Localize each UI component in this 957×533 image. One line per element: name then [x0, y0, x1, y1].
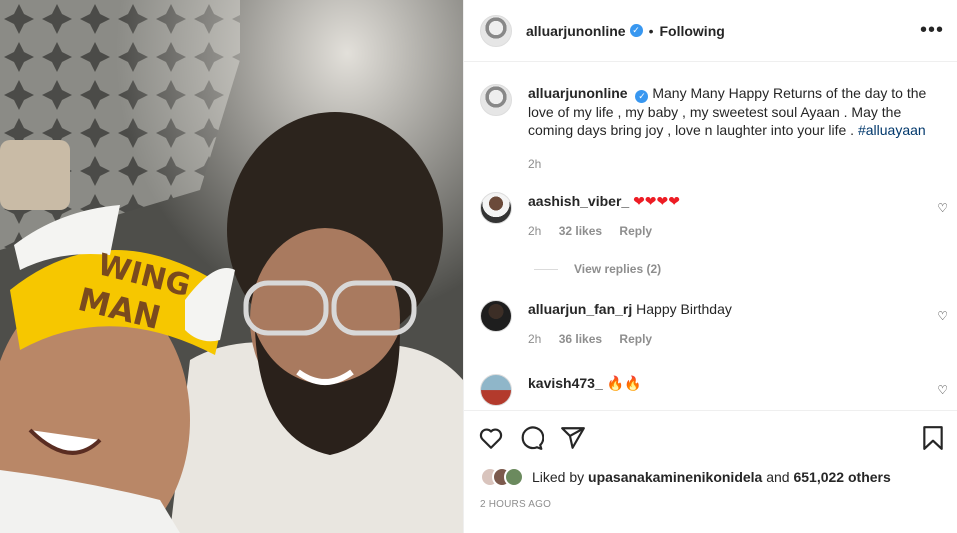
commenter-username[interactable]: kavish473_	[528, 375, 603, 391]
comment-item: kavish473_ 🔥🔥	[480, 374, 948, 406]
commenter-avatar[interactable]	[480, 374, 512, 406]
more-icon[interactable]: •••	[920, 20, 944, 40]
following-button[interactable]: Following	[659, 23, 724, 39]
likes-summary: Liked by upasanakaminenikonidela and 651…	[480, 467, 891, 487]
commenter-username[interactable]: aashish_viber_	[528, 193, 629, 209]
selfie-illustration: WING MAN	[0, 0, 463, 533]
caption-time: 2h	[528, 157, 542, 171]
reply-button[interactable]: Reply	[619, 332, 652, 346]
view-replies-label[interactable]: View replies (2)	[574, 262, 661, 276]
liker-avatar[interactable]	[504, 467, 524, 487]
caption-hashtag[interactable]: #alluayaan	[858, 122, 926, 138]
comment-heart-icon[interactable]: ♡	[937, 309, 948, 323]
liked-by-user[interactable]: upasanakaminenikonidela	[588, 469, 762, 485]
comment-text: ❤❤❤❤	[633, 193, 680, 209]
separator-dot: •	[648, 22, 654, 39]
divider	[534, 268, 558, 270]
comment-text: 🔥🔥	[606, 375, 642, 391]
comment-time: 2h	[528, 332, 542, 346]
comments-area[interactable]: alluarjunonline ✓ Many Many Happy Return…	[464, 62, 957, 410]
caption-avatar[interactable]	[480, 84, 512, 116]
view-replies-button[interactable]: View replies (2)	[534, 262, 661, 276]
heart-icon[interactable]	[478, 425, 504, 451]
post-photo[interactable]: WING MAN	[0, 0, 463, 533]
likes-count[interactable]: 651,022 others	[793, 469, 890, 485]
reply-button[interactable]: Reply	[619, 224, 652, 238]
caption-username[interactable]: alluarjunonline	[528, 85, 628, 101]
comment-heart-icon[interactable]: ♡	[937, 383, 948, 397]
verified-icon: ✓	[635, 90, 649, 103]
commenter-avatar[interactable]	[480, 192, 512, 224]
comment-likes[interactable]: 36 likes	[559, 332, 602, 346]
bookmark-icon[interactable]	[920, 425, 946, 451]
commenter-avatar[interactable]	[480, 300, 512, 332]
comment-likes[interactable]: 32 likes	[559, 224, 602, 238]
comment-item: alluarjun_fan_rj Happy Birthday 2h 36 li…	[480, 300, 948, 346]
post-actions: Liked by upasanakaminenikonidela and 651…	[464, 410, 957, 533]
comment-item: aashish_viber_ ❤❤❤❤ 2h 32 likes Reply	[480, 192, 948, 238]
commenter-username[interactable]: alluarjun_fan_rj	[528, 301, 632, 317]
post-header: alluarjunonline ✓ • Following •••	[464, 0, 957, 62]
liked-by-prefix: Liked by	[532, 469, 585, 485]
liked-by-and: and	[766, 469, 790, 485]
share-icon[interactable]	[560, 425, 586, 451]
post-timestamp[interactable]: 2 HOURS AGO	[480, 499, 551, 510]
author-avatar[interactable]	[480, 14, 512, 47]
verified-icon: ✓	[629, 24, 643, 37]
caption: alluarjunonline ✓ Many Many Happy Return…	[480, 84, 948, 171]
comment-heart-icon[interactable]: ♡	[937, 201, 948, 215]
post-panel: alluarjunonline ✓ • Following ••• alluar…	[463, 0, 957, 533]
comment-icon[interactable]	[518, 425, 544, 451]
author-username[interactable]: alluarjunonline	[526, 23, 626, 39]
comment-time: 2h	[528, 224, 542, 238]
comment-text: Happy Birthday	[636, 301, 732, 317]
